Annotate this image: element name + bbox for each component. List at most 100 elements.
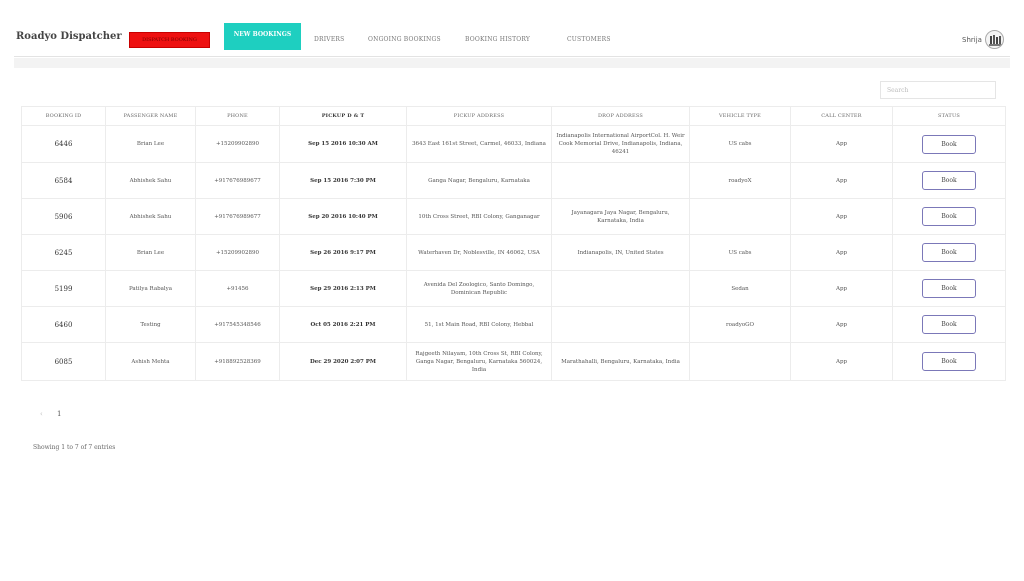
vehicle-type: roadyoX [689, 162, 791, 199]
bookings-table: BOOKING ID PASSENGER NAME PHONE PICKUP D… [21, 106, 1006, 381]
booking-id: 6085 [21, 342, 106, 381]
pagination-page-1[interactable]: 1 [57, 410, 61, 418]
avatar[interactable] [985, 30, 1004, 49]
vehicle-type: roadyoGO [689, 306, 791, 343]
status-cell: Book [892, 125, 1006, 163]
column-header-status[interactable]: STATUS [892, 106, 1006, 126]
booking-id: 6584 [21, 162, 106, 199]
passenger-name: Brian Lee [105, 125, 196, 163]
sub-header-bar [14, 58, 1010, 68]
vehicle-type: US cabs [689, 125, 791, 163]
table-row: 5199 Patilya Rabalya +91456 Sep 29 2016 … [21, 270, 1006, 307]
table-row: 6085 Ashish Mehta +918892528369 Dec 29 2… [21, 342, 1006, 381]
phone: +15209902890 [195, 125, 280, 163]
column-header-drop-address[interactable]: DROP ADDRESS [551, 106, 690, 126]
phone: +917676989677 [195, 162, 280, 199]
pickup-address: Waterhaven Dr, Noblesville, IN 46062, US… [406, 234, 552, 271]
status-cell: Book [892, 306, 1006, 343]
pickup-time: Dec 29 2020 2:07 PM [279, 342, 407, 381]
column-header-passenger-name[interactable]: PASSENGER NAME [105, 106, 196, 126]
passenger-name: Abhishek Sahu [105, 162, 196, 199]
vehicle-type: Sedan [689, 270, 791, 307]
table-row: 6460 Testing +917545348546 Oct 05 2016 2… [21, 306, 1006, 343]
column-header-call-center[interactable]: CALL CENTER [790, 106, 893, 126]
vehicle-type: US cabs [689, 234, 791, 271]
booking-id: 6245 [21, 234, 106, 271]
phone: +917676989677 [195, 198, 280, 235]
drop-address [551, 162, 690, 199]
call-center: App [790, 198, 893, 235]
column-header-vehicle-type[interactable]: VEHICLE TYPE [689, 106, 791, 126]
vehicle-type [689, 342, 791, 381]
call-center: App [790, 125, 893, 163]
phone: +15209902890 [195, 234, 280, 271]
column-header-pickup-datetime[interactable]: PICKUP D & T [279, 106, 407, 126]
status-cell: Book [892, 162, 1006, 199]
book-button[interactable]: Book [922, 352, 976, 371]
table-header-row: BOOKING ID PASSENGER NAME PHONE PICKUP D… [21, 106, 1006, 126]
phone: +918892528369 [195, 342, 280, 381]
call-center: App [790, 234, 893, 271]
tab-ongoing-bookings[interactable]: ONGOING BOOKINGS [368, 36, 441, 43]
vehicle-type [689, 198, 791, 235]
pickup-address: 3643 East 161st Street, Carmel, 46033, I… [406, 125, 552, 163]
pickup-time: Sep 29 2016 2:13 PM [279, 270, 407, 307]
booking-id: 6460 [21, 306, 106, 343]
status-cell: Book [892, 270, 1006, 307]
call-center: App [790, 270, 893, 307]
pickup-address: 10th Cross Street, RBI Colony, Ganganaga… [406, 198, 552, 235]
dispatch-booking-button[interactable]: DISPATCH BOOKING [129, 32, 210, 48]
book-button[interactable]: Book [922, 171, 976, 190]
drop-address [551, 270, 690, 307]
search-input[interactable] [880, 81, 996, 99]
pickup-address: 51, 1st Main Road, RBI Colony, Hebbal [406, 306, 552, 343]
drop-address: Indianapolis, IN, United States [551, 234, 690, 271]
status-cell: Book [892, 342, 1006, 381]
column-header-phone[interactable]: PHONE [195, 106, 280, 126]
phone: +91456 [195, 270, 280, 307]
tab-customers[interactable]: CUSTOMERS [567, 36, 611, 43]
app-title: Roadyo Dispatcher [16, 31, 122, 42]
pickup-time: Sep 20 2016 10:40 PM [279, 198, 407, 235]
table-row: 6584 Abhishek Sahu +917676989677 Sep 15 … [21, 162, 1006, 199]
top-bar: Roadyo Dispatcher DISPATCH BOOKING NEW B… [0, 0, 1024, 56]
passenger-name: Abhishek Sahu [105, 198, 196, 235]
passenger-name: Brian Lee [105, 234, 196, 271]
tab-booking-history[interactable]: BOOKING HISTORY [465, 36, 530, 43]
pagination: ‹ 1 [40, 410, 62, 418]
tab-new-bookings[interactable]: NEW BOOKINGS [224, 23, 301, 50]
passenger-name: Ashish Mehta [105, 342, 196, 381]
call-center: App [790, 342, 893, 381]
pickup-time: Oct 05 2016 2:21 PM [279, 306, 407, 343]
passenger-name: Testing [105, 306, 196, 343]
pickup-address: Avenida Del Zoologico, Santo Domingo, Do… [406, 270, 552, 307]
column-header-pickup-address[interactable]: PICKUP ADDRESS [406, 106, 552, 126]
pagination-prev-icon[interactable]: ‹ [40, 410, 43, 418]
table-info: Showing 1 to 7 of 7 entries [33, 444, 116, 451]
status-cell: Book [892, 198, 1006, 235]
booking-id: 5906 [21, 198, 106, 235]
header-divider [14, 56, 1010, 57]
user-name[interactable]: Shrija [962, 36, 982, 44]
book-button[interactable]: Book [922, 134, 976, 154]
book-button[interactable]: Book [922, 315, 976, 334]
book-button[interactable]: Book [922, 207, 976, 226]
phone: +917545348546 [195, 306, 280, 343]
pickup-address: Rajgeeth Nilayam, 10th Cross St, RBI Col… [406, 342, 552, 381]
pickup-address: Ganga Nagar, Bengaluru, Karnataka [406, 162, 552, 199]
table-row: 6446 Brian Lee +15209902890 Sep 15 2016 … [21, 125, 1006, 163]
passenger-name: Patilya Rabalya [105, 270, 196, 307]
book-button[interactable]: Book [922, 243, 976, 262]
pickup-time: Sep 26 2016 9:17 PM [279, 234, 407, 271]
user-avatar-icon [989, 35, 1002, 46]
tab-drivers[interactable]: DRIVERS [314, 36, 344, 43]
table-row: 6245 Brian Lee +15209902890 Sep 26 2016 … [21, 234, 1006, 271]
booking-id: 6446 [21, 125, 106, 163]
drop-address: Indianapolis International AirportCol. H… [551, 125, 690, 163]
drop-address: Jayanagara Jaya Nagar, Bengaluru, Karnat… [551, 198, 690, 235]
pickup-time: Sep 15 2016 10:30 AM [279, 125, 407, 163]
drop-address [551, 306, 690, 343]
drop-address: Marathahalli, Bengaluru, Karnataka, Indi… [551, 342, 690, 381]
book-button[interactable]: Book [922, 279, 976, 298]
column-header-booking-id[interactable]: BOOKING ID [21, 106, 106, 126]
